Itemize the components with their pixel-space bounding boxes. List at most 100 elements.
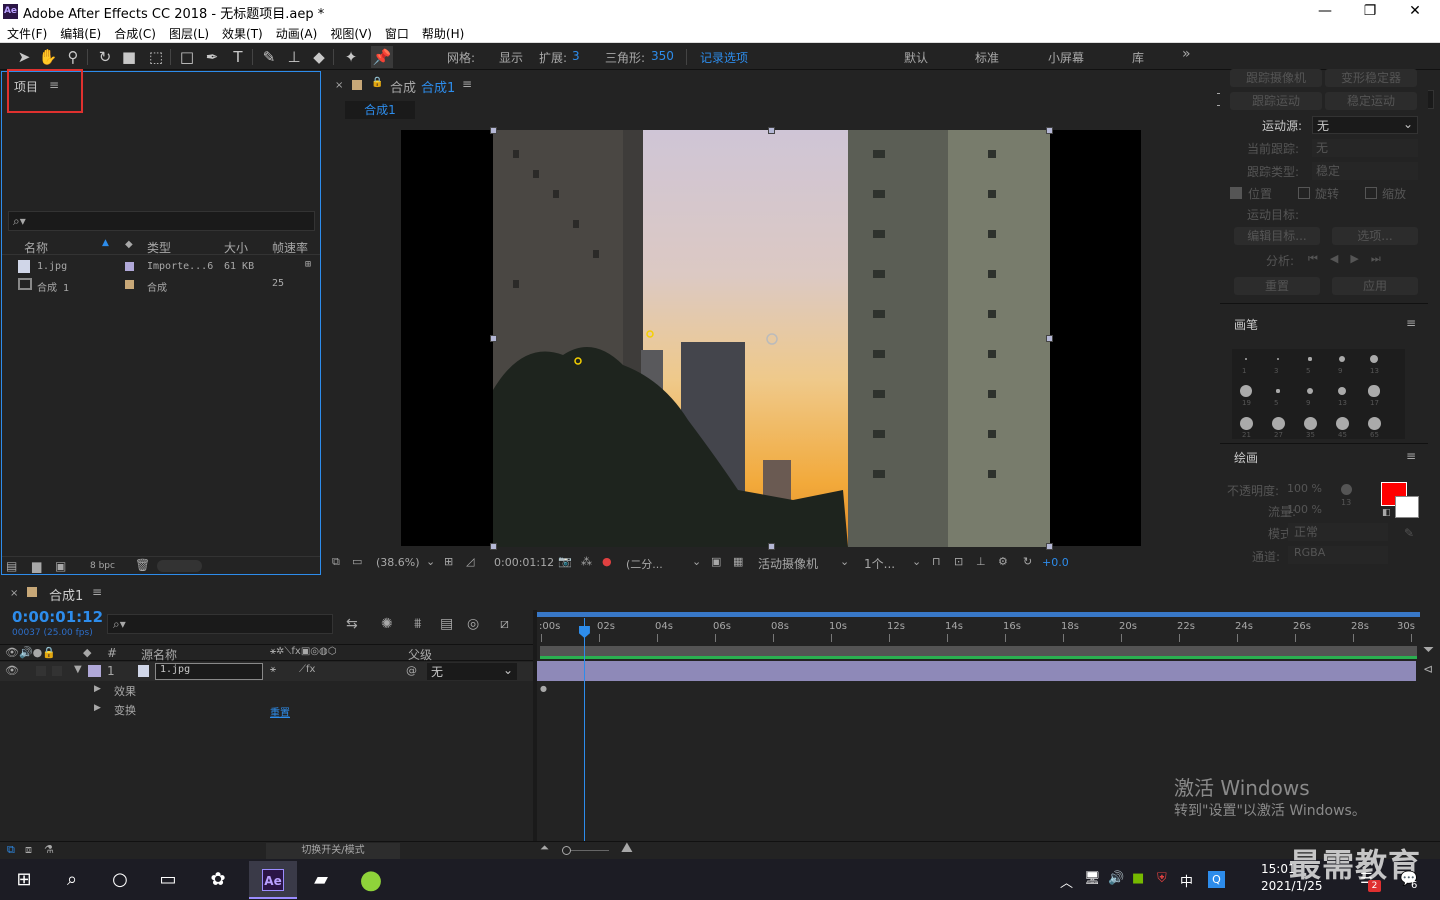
brush-tool-icon[interactable]: ✎ [258, 46, 280, 68]
label-color-swatch[interactable] [88, 665, 101, 677]
roto-brush-tool-icon[interactable]: ✦ [340, 46, 362, 68]
flow-value[interactable]: 100 % [1287, 503, 1322, 516]
brush-preset[interactable] [1369, 354, 1379, 364]
frame-blending-icon[interactable]: ▤ [440, 616, 453, 632]
monitor-icon[interactable]: ▭ [352, 555, 362, 568]
camera-view-dropdown[interactable]: 活动摄像机 [758, 555, 818, 572]
sort-ascending-icon[interactable]: ▲ [102, 238, 109, 248]
transform-handle[interactable] [1046, 335, 1053, 342]
panel-menu-icon[interactable]: ≡ [462, 77, 472, 91]
layer-name-field[interactable]: 1.jpg [155, 663, 263, 680]
zoom-slider-thumb[interactable] [562, 846, 571, 855]
transform-group-row[interactable]: ▶ 变换 重置 [0, 701, 533, 719]
volume-icon[interactable]: 🔊 [1108, 871, 1124, 886]
expand-triangle-icon[interactable]: ▶ [94, 684, 101, 694]
label-tag-icon[interactable]: ◆ [83, 646, 91, 659]
visibility-eye-icon[interactable]: 👁 [5, 664, 19, 677]
work-area-bar[interactable] [537, 612, 1420, 617]
brush-preset[interactable] [1239, 416, 1253, 430]
comp-button-icon[interactable]: ⏷ [1423, 642, 1434, 658]
timeline-search-input[interactable]: ⌕▾ [107, 614, 333, 634]
panel-splitter[interactable] [533, 610, 537, 842]
background-color-swatch[interactable] [1395, 496, 1419, 518]
search-icon[interactable]: ⌕ [48, 861, 96, 899]
security-shield-icon[interactable]: ⛨ [1157, 871, 1167, 886]
parent-select[interactable]: 无 ⌄ [427, 663, 517, 680]
selection-tool-icon[interactable]: ➤ [13, 46, 35, 68]
app-ball-icon[interactable]: ● [347, 861, 395, 899]
layer-duration-bar[interactable] [537, 661, 1416, 681]
column-size[interactable]: 大小 [224, 239, 248, 256]
zoom-in-icon[interactable]: ⛰ [621, 840, 633, 856]
close-tab-icon[interactable]: × [335, 80, 343, 91]
brush-preset[interactable] [1339, 356, 1345, 362]
transparency-grid-icon[interactable]: ▦ [733, 555, 743, 568]
region-of-interest-icon[interactable]: ▣ [711, 555, 721, 568]
brush-preset[interactable] [1367, 416, 1381, 430]
chevron-down-icon[interactable]: ⌄ [692, 555, 701, 568]
transform-handle[interactable] [490, 335, 497, 342]
time-ruler[interactable]: :00s 02s 04s 06s 08s 10s 12s 14s 16s 18s 20s 22s 24s… [537, 610, 1422, 643]
analyze-controls[interactable]: ⏮◀▶⏭ [1308, 252, 1393, 266]
expand-value[interactable]: 3 [572, 49, 580, 63]
brush-preset[interactable] [1308, 357, 1312, 361]
motion-source-select[interactable]: 无 ⌄ [1312, 116, 1418, 134]
default-colors-icon[interactable]: ◧ [1382, 508, 1391, 518]
label-color-swatch[interactable] [125, 262, 134, 271]
transfer-controls-icon[interactable]: ⧈ [25, 843, 32, 857]
apply-button[interactable]: 应用 [1332, 277, 1418, 295]
transform-handle[interactable] [768, 543, 775, 550]
shy-layers-icon[interactable]: ⩩ [414, 616, 421, 632]
track-motion-button[interactable]: 跟踪运动 [1230, 92, 1322, 110]
project-panel-title[interactable]: 项目 [14, 78, 38, 95]
show-snapshot-icon[interactable]: ⁂ [581, 555, 592, 568]
toggle-switches-modes-button[interactable]: 切换开关/模式 [266, 843, 400, 859]
menu-window[interactable]: 窗口 [378, 23, 415, 42]
expand-triangle-icon[interactable]: ▼ [74, 664, 82, 675]
layer-image-1jpg[interactable] [493, 130, 1050, 547]
close-tab-icon[interactable]: × [10, 588, 18, 599]
brush-preset[interactable] [1276, 389, 1280, 393]
options-button[interactable]: 选项... [1332, 227, 1418, 245]
eyedropper-icon[interactable]: ✎ [1404, 526, 1414, 540]
chevron-down-icon[interactable]: ⌄ [426, 555, 435, 568]
app-pinwheel-icon[interactable]: ✿ [194, 861, 242, 899]
network-icon[interactable]: 🖥 [1084, 871, 1101, 886]
transform-handle[interactable] [1046, 543, 1053, 550]
chevron-down-icon[interactable]: ⌄ [912, 555, 921, 568]
new-folder-icon[interactable]: ▆ [32, 559, 41, 573]
column-type[interactable]: 类型 [147, 239, 171, 256]
maximize-button[interactable]: ❐ [1355, 2, 1385, 20]
chevron-down-icon[interactable]: ⌄ [840, 555, 849, 568]
transform-handle[interactable] [490, 127, 497, 134]
timeline-tab-name[interactable]: 合成1 [49, 585, 83, 604]
workspace-small-screen[interactable]: 小屏幕 [1048, 49, 1084, 66]
always-preview-icon[interactable]: ⧉ [332, 555, 340, 569]
draft-3d-icon[interactable]: ✺ [381, 616, 393, 632]
zoom-dropdown[interactable]: (38.6%) [376, 556, 420, 569]
task-view-icon[interactable]: ▭ [144, 861, 192, 899]
workspace-library[interactable]: 库 [1132, 49, 1144, 66]
transform-handle[interactable] [490, 543, 497, 550]
lock-icon[interactable]: ⊲ [1423, 662, 1433, 676]
taskbar-after-effects[interactable]: Ae [249, 861, 297, 899]
record-options-link[interactable]: 记录选项 [700, 49, 748, 66]
brush-preset[interactable] [1303, 416, 1317, 430]
puppet-pin-tool-icon[interactable]: 📌 [371, 46, 393, 68]
zoom-tool-icon[interactable]: ⚲ [62, 46, 84, 68]
brush-preset[interactable] [1271, 416, 1285, 430]
brush-preset[interactable] [1307, 388, 1313, 394]
rotate-tool-icon[interactable]: ↻ [94, 46, 116, 68]
zoom-out-icon[interactable]: ⏶ [540, 841, 549, 855]
transform-reset-link[interactable]: 重置 [270, 704, 290, 719]
workspace-standard[interactable]: 标准 [975, 49, 999, 66]
color-channels-icon[interactable]: ● [602, 555, 612, 568]
graph-editor-icon[interactable]: ⧄ [500, 616, 509, 632]
rotation-checkbox[interactable] [1298, 187, 1310, 199]
brush-preset[interactable] [1245, 358, 1247, 360]
motion-blur-icon[interactable]: ◎ [467, 616, 479, 632]
pickwhip-icon[interactable]: @ [406, 664, 417, 677]
thumbnail-scroll[interactable] [157, 560, 202, 572]
clone-stamp-tool-icon[interactable]: ⊥ [283, 46, 305, 68]
av-switches-icon[interactable]: 👁🔊●🔒 [5, 646, 56, 659]
